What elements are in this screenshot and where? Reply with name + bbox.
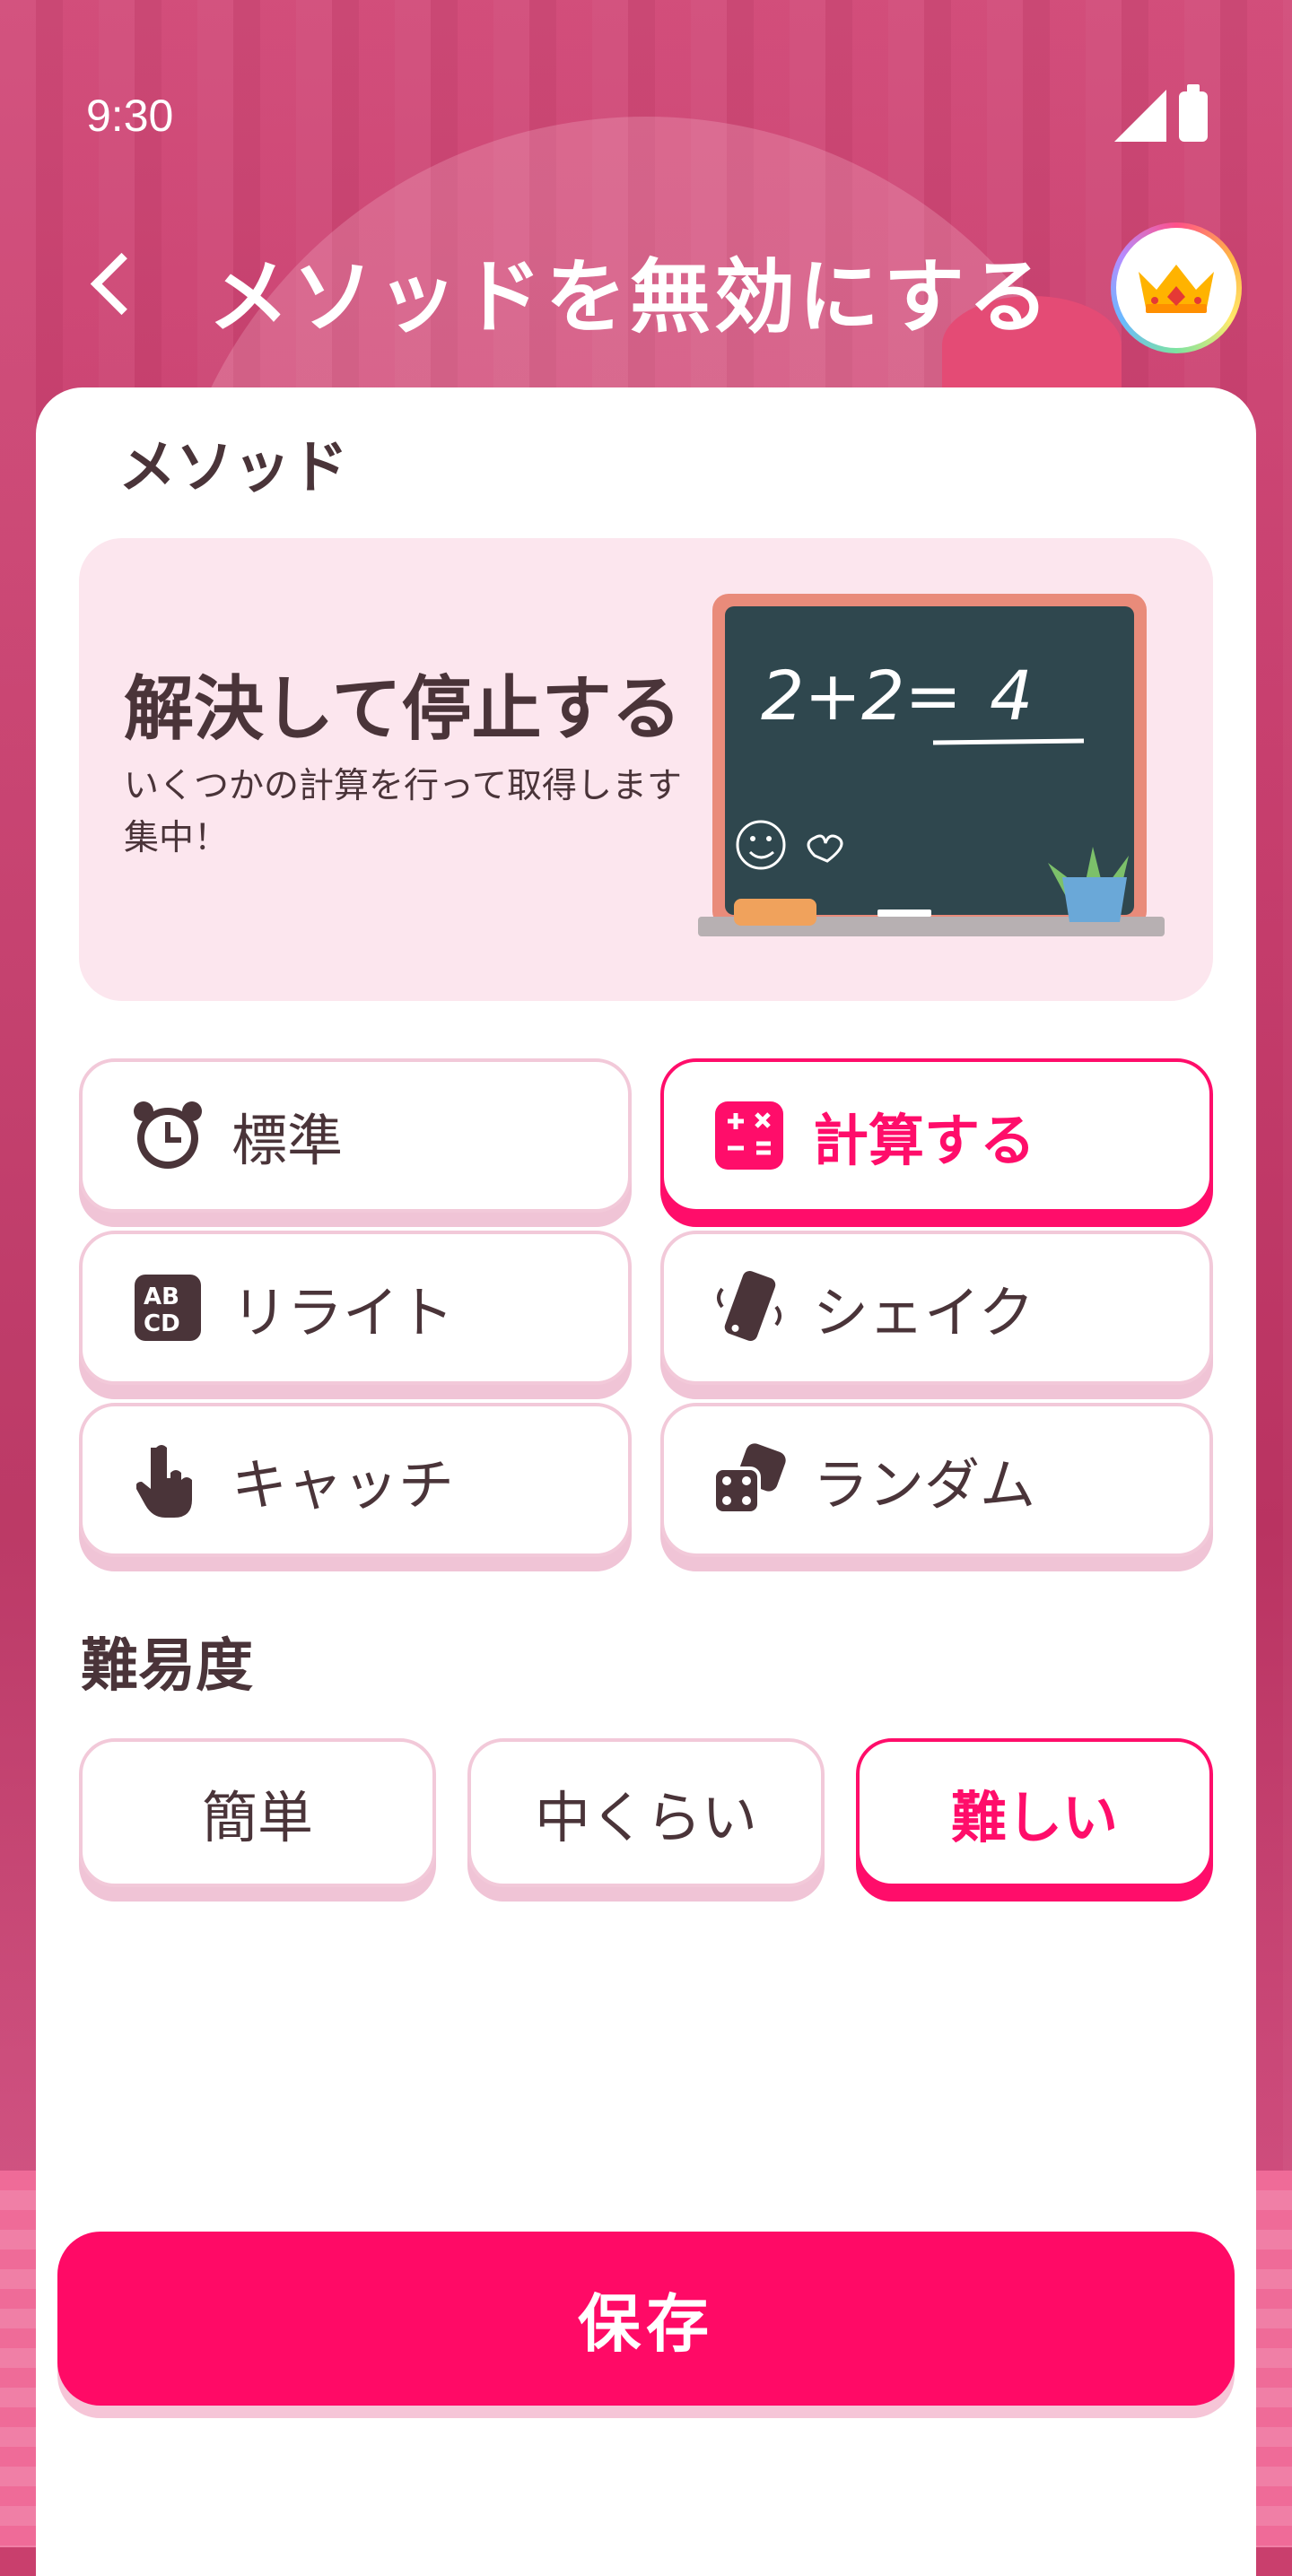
method-option-random[interactable]: ランダム [660, 1403, 1213, 1557]
method-option-standard[interactable]: 標準 [79, 1058, 632, 1213]
difficulty-option-label: 難しい [950, 1785, 1118, 1850]
abcd-icon: AB CD [127, 1267, 208, 1348]
status-icons [1114, 84, 1208, 142]
save-button[interactable]: 保存 [57, 2232, 1235, 2406]
page-title: メソッドを無効にする [208, 250, 1052, 344]
crown-icon [1139, 265, 1214, 313]
method-option-label: ランダム [813, 1452, 1036, 1518]
signal-icon [1114, 90, 1166, 142]
svg-text:CD: CD [144, 1310, 180, 1337]
battery-icon [1179, 84, 1208, 142]
method-option-label: キャッチ [231, 1452, 455, 1518]
difficulty-section-title: 難易度 [81, 1633, 253, 1700]
hero-title: 解決して停止する [124, 669, 682, 750]
phone-shake-icon [709, 1267, 790, 1348]
alarm-clock-icon [127, 1095, 208, 1176]
difficulty-option-hard[interactable]: 難しい [856, 1738, 1213, 1887]
method-option-label: リライト [231, 1280, 455, 1345]
method-option-calculate[interactable]: 計算する [660, 1058, 1213, 1213]
chalkboard-illustration: 2+2= 4 [698, 594, 1165, 936]
method-option-rewrite[interactable]: AB CD リライト [79, 1231, 632, 1385]
difficulty-option-easy[interactable]: 簡単 [79, 1738, 436, 1887]
calculator-icon [709, 1095, 790, 1176]
svg-text:AB: AB [144, 1284, 179, 1310]
status-time: 9:30 [86, 91, 174, 141]
method-section-title: メソッド [118, 435, 348, 501]
difficulty-option-label: 簡単 [201, 1785, 313, 1850]
settings-card: メソッド 解決して停止する いくつかの計算を行って取得します集中！ 2+2= 4… [36, 387, 1256, 2576]
method-option-label: 計算する [813, 1108, 1036, 1173]
method-option-label: シェイク [813, 1280, 1034, 1345]
difficulty-option-medium[interactable]: 中くらい [467, 1738, 825, 1887]
method-option-shake[interactable]: シェイク [660, 1231, 1213, 1385]
dice-icon [709, 1440, 790, 1520]
difficulty-option-label: 中くらい [534, 1785, 757, 1850]
hero-description: いくつかの計算を行って取得します集中！ [124, 766, 683, 858]
chalkboard-equation: 2+2= [761, 656, 962, 735]
hand-pointer-icon [127, 1440, 208, 1520]
chalkboard-answer: 4 [990, 656, 1033, 735]
method-option-catch[interactable]: キャッチ [79, 1403, 632, 1557]
back-icon[interactable] [83, 239, 153, 328]
method-option-label: 標準 [231, 1108, 344, 1173]
save-button-label: 保存 [578, 2286, 714, 2361]
method-hero-banner: 解決して停止する いくつかの計算を行って取得します集中！ 2+2= 4 [79, 538, 1213, 1001]
premium-button[interactable] [1111, 222, 1242, 353]
